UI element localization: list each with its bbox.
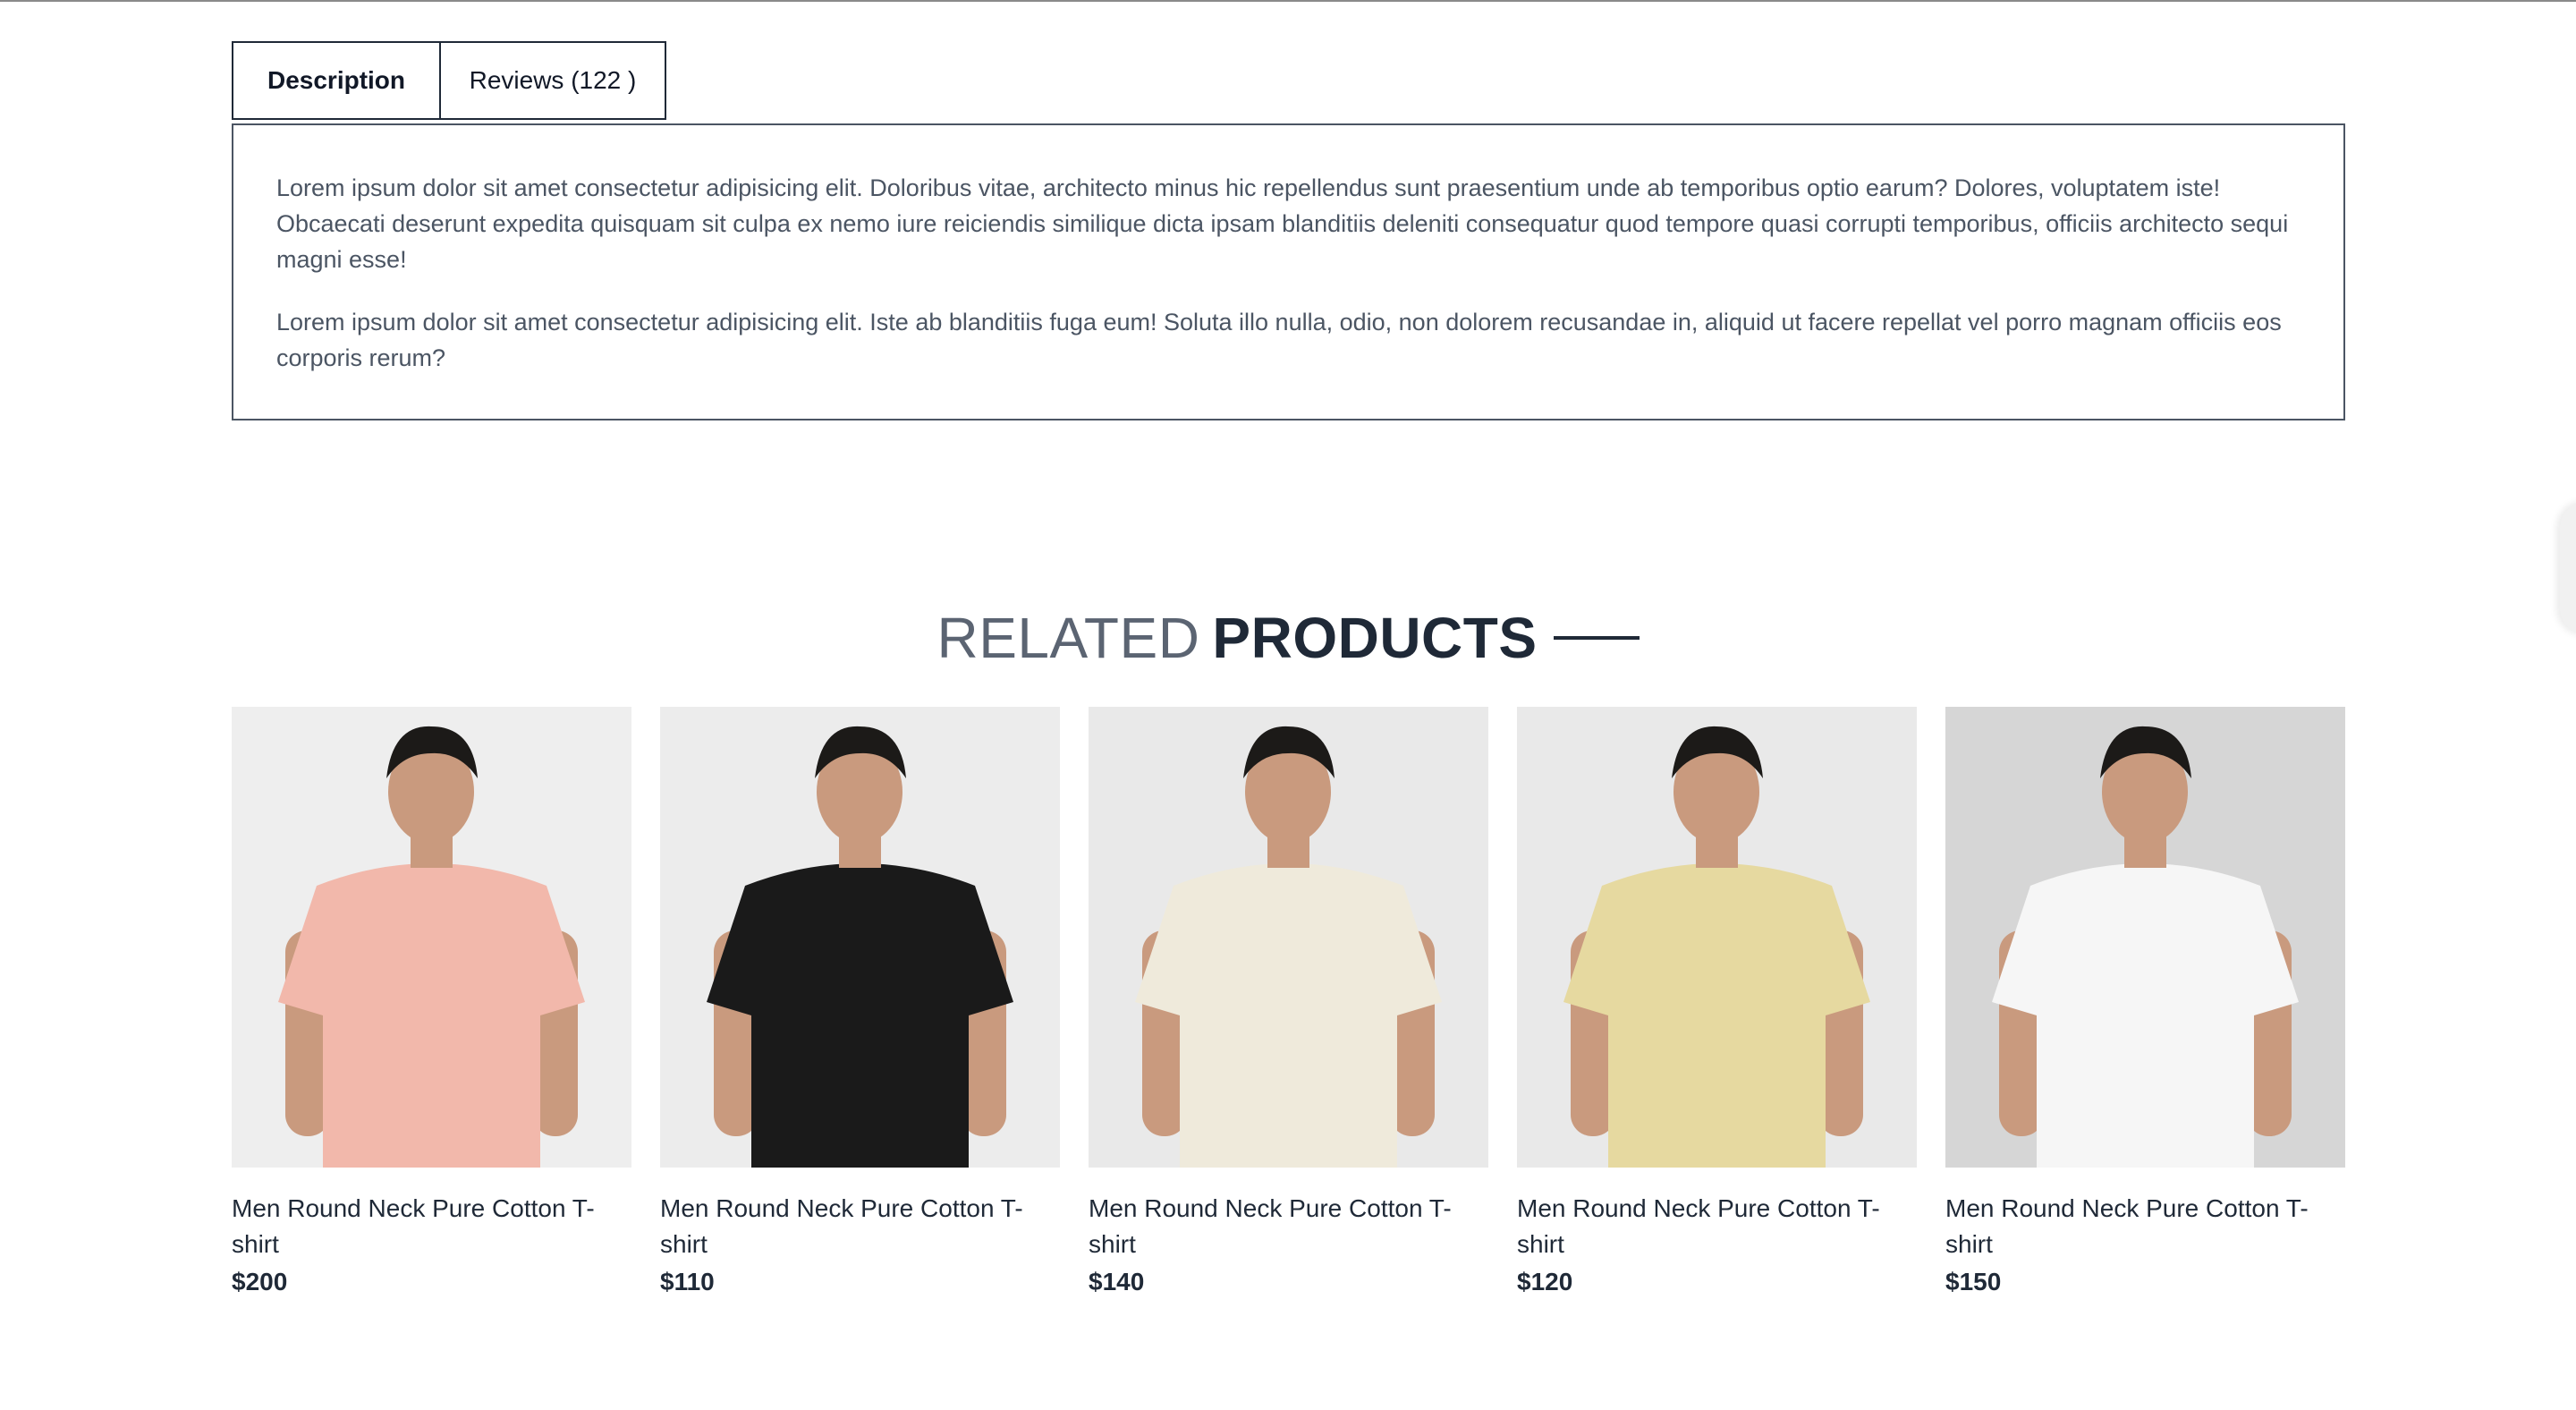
related-products-heading: RELATED PRODUCTS	[0, 605, 2576, 671]
product-name[interactable]: Men Round Neck Pure Cotton T-shirt	[1517, 1191, 1893, 1262]
product-image[interactable]	[660, 707, 1060, 1168]
product-image[interactable]	[232, 707, 631, 1168]
product-card[interactable]: Men Round Neck Pure Cotton T-shirt $120	[1517, 707, 1917, 1296]
product-name[interactable]: Men Round Neck Pure Cotton T-shirt	[1945, 1191, 2321, 1262]
description-panel: Lorem ipsum dolor sit amet consectetur a…	[232, 123, 2345, 420]
model-illustration	[660, 707, 1060, 1168]
tab-description[interactable]: Description	[232, 41, 441, 120]
top-divider	[0, 0, 2576, 2]
product-price: $110	[660, 1268, 715, 1295]
model-illustration	[1089, 707, 1488, 1168]
product-name[interactable]: Men Round Neck Pure Cotton T-shirt	[232, 1191, 607, 1262]
heading-bold-text: PRODUCTS	[1212, 606, 1538, 670]
product-image[interactable]	[1517, 707, 1917, 1168]
product-card[interactable]: Men Round Neck Pure Cotton T-shirt $150	[1945, 707, 2345, 1296]
description-paragraph: Lorem ipsum dolor sit amet consectetur a…	[276, 174, 2289, 273]
product-tabs: Description Reviews (122 )	[232, 41, 666, 120]
product-price: $150	[1945, 1268, 2002, 1295]
product-price: $140	[1089, 1268, 1145, 1295]
product-name[interactable]: Men Round Neck Pure Cotton T-shirt	[660, 1191, 1036, 1262]
product-card[interactable]: Men Round Neck Pure Cotton T-shirt $140	[1089, 707, 1488, 1296]
heading-light-text: RELATED	[936, 606, 1200, 670]
product-image[interactable]	[1089, 707, 1488, 1168]
related-products-grid: Men Round Neck Pure Cotton T-shirt $200 …	[232, 707, 2345, 1296]
product-price: $120	[1517, 1268, 1573, 1295]
model-illustration	[1945, 707, 2345, 1168]
product-image[interactable]	[1945, 707, 2345, 1168]
product-price: $200	[232, 1268, 288, 1295]
description-paragraph: Lorem ipsum dolor sit amet consectetur a…	[276, 309, 2282, 371]
model-illustration	[232, 707, 631, 1168]
product-card[interactable]: Men Round Neck Pure Cotton T-shirt $110	[660, 707, 1060, 1296]
product-name[interactable]: Men Round Neck Pure Cotton T-shirt	[1089, 1191, 1464, 1262]
product-card[interactable]: Men Round Neck Pure Cotton T-shirt $200	[232, 707, 631, 1296]
tab-reviews[interactable]: Reviews (122 )	[441, 41, 666, 120]
model-illustration	[1517, 707, 1917, 1168]
heading-underline	[1553, 636, 1640, 640]
side-widget-edge[interactable]	[2560, 501, 2576, 635]
